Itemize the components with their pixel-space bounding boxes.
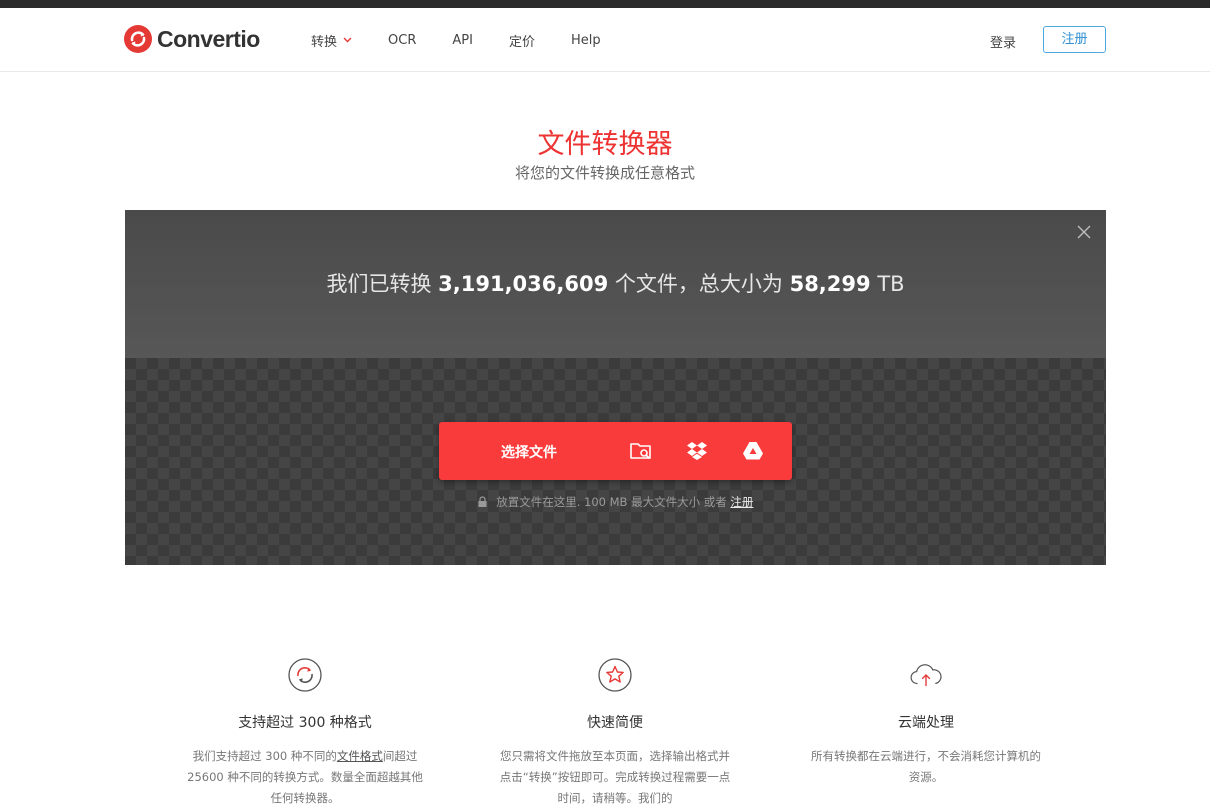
star-icon [598,658,632,692]
sync-icon [288,658,322,692]
feature-text: 我们支持超过 300 种不同的文件格式间超过 25600 种不同的转换方式。数量… [187,749,423,805]
top-dark-bar [0,0,1210,8]
feature-title: 支持超过 300 种格式 [238,715,372,731]
nav-item-api[interactable]: API [452,33,473,48]
nav-item-ocr[interactable]: OCR [388,33,416,48]
feature-easy: 快速简便 您只需将文件拖放至本页面，选择输出格式并点击“转换”按钮即可。完成转换… [495,658,735,809]
choose-files-button[interactable]: 选择文件 [439,422,792,480]
stats-middle: 个文件，总大小为 [614,272,783,296]
folder-search-icon[interactable] [629,439,653,463]
lock-icon [478,496,487,507]
stats-banner: 我们已转换 3,191,036,609 个文件，总大小为 58,299 TB [125,210,1106,358]
stats-unit: TB [877,272,905,296]
nav-item-label: API [452,32,473,48]
dropbox-icon[interactable] [685,439,709,463]
login-link[interactable]: 登录 [990,32,1016,51]
chevron-down-icon [343,37,352,43]
feature-title: 云端处理 [898,715,954,731]
feature-title: 快速简便 [587,715,643,731]
feature-text: 您只需将文件拖放至本页面，选择输出格式并点击“转换”按钮即可。完成转换过程需要一… [499,749,731,805]
nav-item-label: OCR [388,32,417,48]
page-title: 文件转换器 [537,129,673,160]
nav-item-label: 定价 [508,34,535,50]
nav-item-label: Help [570,32,601,48]
stats-file-count: 3,191,036,609 [438,272,609,296]
site-header: Convertio 转换 OCR API 定价 Help 登录 注册 [0,8,1210,72]
brand-logo[interactable]: Convertio [124,25,260,53]
stats-prefix: 我们已转换 [326,272,432,296]
cloud-upload-icon [910,664,942,687]
nav-item-pricing[interactable]: 定价 [509,31,535,50]
main-nav: 转换 OCR API 定价 Help [311,8,637,72]
nav-item-convert[interactable]: 转换 [311,31,352,50]
drop-hint: 放置文件在这里. 100 MB 最大文件大小 或者 注册 [125,494,1106,510]
close-icon[interactable] [1076,224,1092,240]
nav-item-help[interactable]: Help [571,33,601,48]
signup-button[interactable]: 注册 [1043,26,1106,53]
feature-cloud: 云端处理 所有转换都在云端进行，不会消耗您计算机的资源。 [806,658,1046,788]
choose-files-label: 选择文件 [501,445,557,461]
brand-name: Convertio [157,25,260,52]
stats-total-size: 58,299 [789,272,871,296]
convertio-logo-icon [124,25,152,53]
drop-hint-text: 放置文件在这里. 100 MB 最大文件大小 或者 [496,495,727,509]
file-formats-link[interactable]: 文件格式 [337,749,383,763]
page-subtitle: 将您的文件转换成任意格式 [514,164,695,182]
conversion-stats: 我们已转换 3,191,036,609 个文件，总大小为 58,299 TB [125,268,1106,298]
upload-panel: 我们已转换 3,191,036,609 个文件，总大小为 58,299 TB 选… [125,210,1106,565]
drop-hint-signup-link[interactable]: 注册 [730,495,753,509]
nav-item-label: 转换 [311,34,338,50]
feature-text: 所有转换都在云端进行，不会消耗您计算机的资源。 [811,749,1041,784]
google-drive-icon[interactable] [741,439,765,463]
feature-formats: 支持超过 300 种格式 我们支持超过 300 种不同的文件格式间超过 2560… [185,658,425,809]
